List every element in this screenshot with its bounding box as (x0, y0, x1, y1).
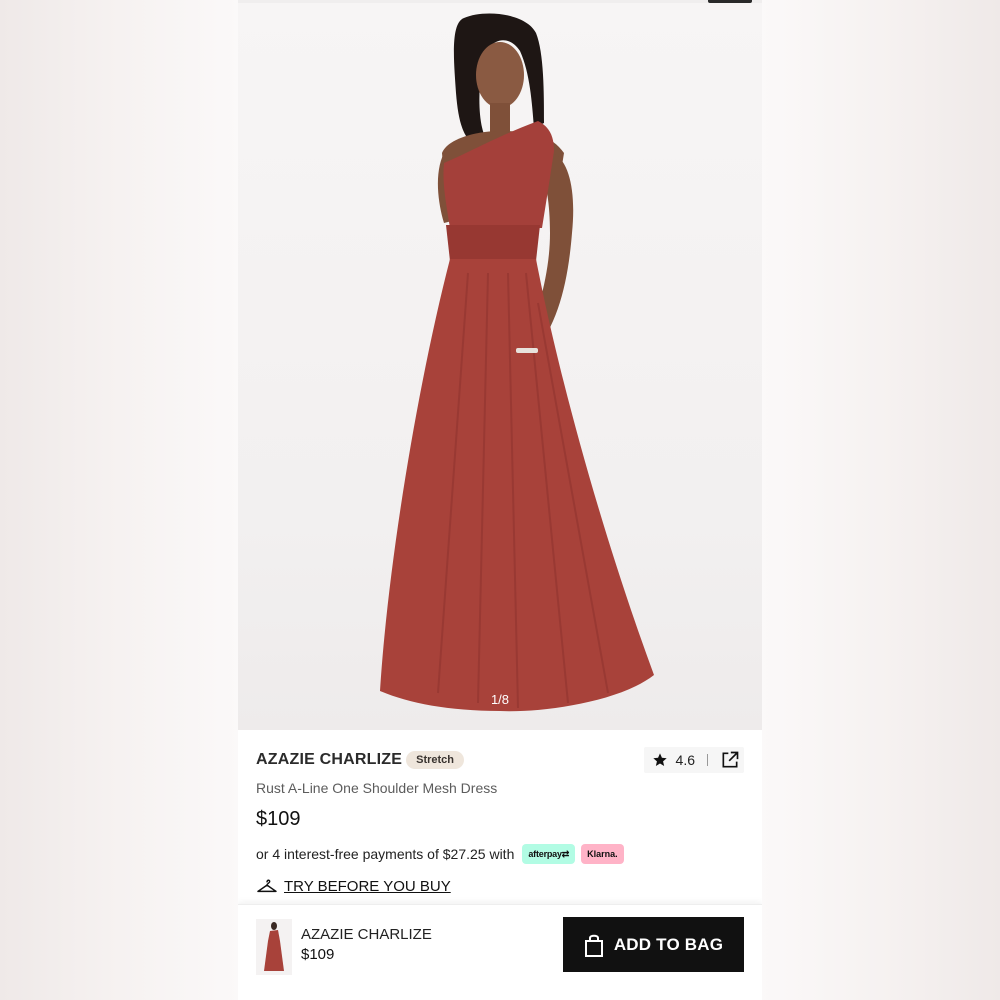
product-thumbnail (256, 919, 292, 975)
afterpay-badge[interactable]: afterpay⇄ (522, 844, 576, 864)
image-counter: 1/8 (490, 692, 510, 707)
afterpay-arrows-icon: ⇄ (561, 849, 570, 859)
add-to-bag-button[interactable]: ADD TO BAG (563, 917, 744, 972)
installment-row: or 4 interest-free payments of $27.25 wi… (256, 844, 624, 864)
star-icon (652, 753, 667, 766)
product-brand: AZAZIE CHARLIZE (256, 751, 403, 768)
stretch-badge: Stretch (406, 751, 465, 769)
sticky-product-price: $109 (301, 946, 335, 963)
sticky-product-name: AZAZIE CHARLIZE (301, 926, 432, 943)
add-to-bag-label: ADD TO BAG (613, 934, 724, 954)
rating-value[interactable]: 4.6 (676, 752, 695, 768)
sticky-add-to-bag-bar: AZAZIE CHARLIZE $109 ADD TO BAG (238, 904, 762, 1000)
rating-divider (707, 754, 708, 766)
product-subtitle: Rust A-Line One Shoulder Mesh Dress (256, 780, 498, 796)
afterpay-label: afterpay (528, 849, 562, 859)
external-link-icon[interactable] (720, 750, 740, 770)
product-photo (380, 13, 654, 712)
product-price: $109 (256, 808, 301, 830)
try-before-link[interactable]: TRY BEFORE YOU BUY (284, 878, 451, 895)
product-image-carousel[interactable]: 1/8 (238, 3, 762, 730)
rating-share-box: 4.6 (643, 747, 744, 773)
title-row: AZAZIE CHARLIZE Stretch (256, 750, 465, 770)
product-info: AZAZIE CHARLIZE Stretch 4.6 Rust A-Line … (238, 730, 762, 902)
try-before-you-buy[interactable]: TRY BEFORE YOU BUY (256, 877, 451, 895)
product-page: 1/8 AZAZIE CHARLIZE Stretch 4.6 Rust A-L… (238, 0, 762, 1000)
hanger-icon (257, 879, 277, 893)
klarna-badge[interactable]: Klarna. (581, 844, 624, 864)
shopping-bag-icon (584, 934, 603, 957)
installment-text: or 4 interest-free payments of $27.25 wi… (256, 846, 515, 862)
